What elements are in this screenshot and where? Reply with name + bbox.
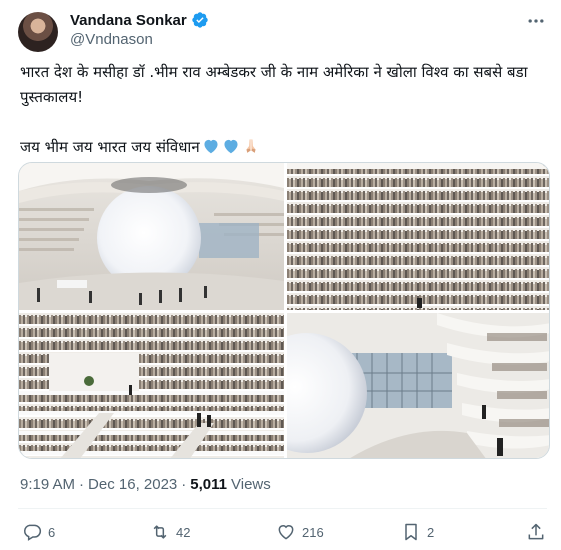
meta-separator: ·	[79, 476, 85, 493]
divider	[18, 508, 547, 509]
reply-icon	[24, 524, 42, 541]
tweet-date[interactable]: Dec 16, 2023	[88, 476, 177, 493]
author-display-name[interactable]: Vandana Sonkar	[70, 12, 187, 29]
avatar[interactable]	[18, 12, 58, 52]
tweet-text: भारत देश के मसीहा डॉ .भीम राव अम्बेडकर ज…	[20, 60, 550, 160]
reply-count: 6	[48, 524, 56, 540]
bookmark-button[interactable]: 2	[401, 522, 434, 542]
bookmark-icon	[405, 523, 417, 541]
views-count: 5,011	[190, 476, 227, 493]
folded-hands-emoji-icon	[242, 137, 260, 155]
reply-button[interactable]: 6	[22, 522, 55, 542]
share-button[interactable]	[526, 522, 546, 542]
more-options-icon[interactable]	[525, 10, 547, 32]
author-name-row: Vandana Sonkar	[70, 11, 209, 29]
like-heart-icon	[278, 525, 294, 540]
views-label: Views	[231, 476, 271, 493]
like-count: 216	[302, 524, 324, 540]
library-stairs-photo[interactable]	[19, 313, 284, 458]
like-button[interactable]: 216	[276, 522, 324, 542]
tweet-text-slogan: जय भीम जय भारत जय संविधान	[20, 138, 200, 156]
share-icon	[528, 523, 544, 540]
library-atrium-photo[interactable]	[19, 163, 284, 310]
media-grid	[18, 162, 550, 459]
blue-heart-emoji-icon	[202, 137, 220, 154]
retweet-button[interactable]: 42	[150, 522, 190, 542]
tweet-meta: 9:19 AM · Dec 16, 2023 · 5,011 Views	[20, 476, 271, 493]
library-sphere-photo[interactable]	[287, 313, 549, 458]
tweet-time[interactable]: 9:19 AM	[20, 476, 75, 493]
retweet-icon	[153, 525, 167, 539]
action-bar: 6 42 216 2	[0, 518, 561, 546]
blue-heart-emoji-icon	[222, 137, 240, 154]
retweet-count: 42	[176, 524, 191, 540]
verified-badge-icon	[191, 11, 209, 29]
bookshelf-wall-photo[interactable]	[287, 163, 549, 310]
author-handle[interactable]: @Vndnason	[70, 31, 153, 48]
tweet-text-line2: जय भीम जय भारत जय संविधान	[20, 135, 550, 160]
tweet-text-line1: भारत देश के मसीहा डॉ .भीम राव अम्बेडकर ज…	[20, 63, 528, 106]
tweet-card: Vandana Sonkar @Vndnason भारत देश के मसी…	[0, 0, 561, 550]
bookmark-count: 2	[427, 524, 435, 540]
meta-separator-2: ·	[181, 476, 187, 493]
